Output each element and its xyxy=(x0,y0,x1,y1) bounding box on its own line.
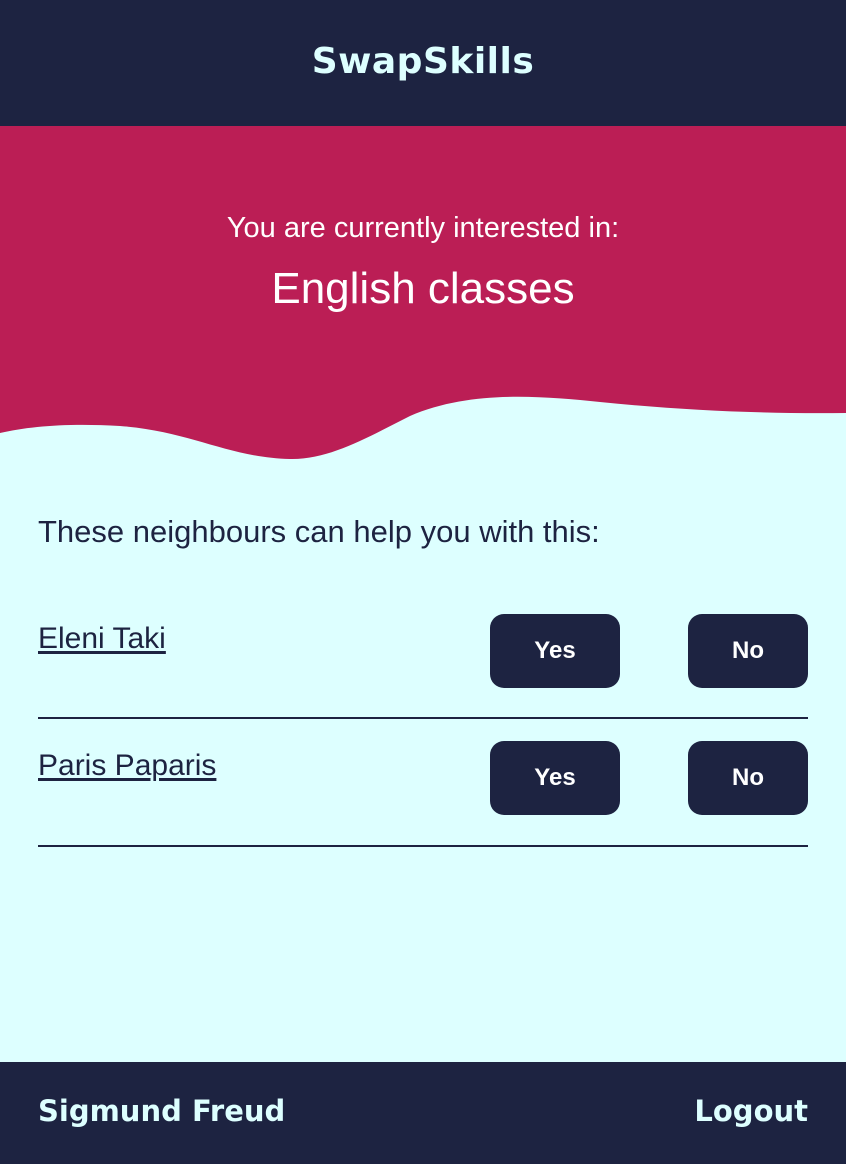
yes-button[interactable]: Yes xyxy=(490,614,620,688)
neighbours-intro: These neighbours can help you with this: xyxy=(38,514,600,549)
neighbour-name-link[interactable]: Paris Paparis xyxy=(38,749,216,783)
app-header: SwapSkills xyxy=(0,0,846,126)
logout-link[interactable]: Logout xyxy=(694,1094,808,1128)
neighbour-row: Paris Paparis Yes No xyxy=(38,719,808,847)
interest-label: You are currently interested in: xyxy=(226,212,620,244)
no-button[interactable]: No xyxy=(688,741,808,815)
neighbour-row: Eleni Taki Yes No xyxy=(38,592,808,719)
no-button[interactable]: No xyxy=(688,614,808,688)
current-user-name[interactable]: Sigmund Freud xyxy=(38,1094,285,1128)
app-footer: Sigmund Freud Logout xyxy=(0,1062,846,1164)
brand-logo[interactable]: SwapSkills xyxy=(312,41,535,82)
interest-banner: You are currently interested in: English… xyxy=(0,126,846,466)
yes-button[interactable]: Yes xyxy=(490,741,620,815)
neighbour-name-link[interactable]: Eleni Taki xyxy=(38,622,166,656)
neighbour-list: Eleni Taki Yes No Paris Paparis Yes No xyxy=(38,592,808,847)
interest-title: English classes xyxy=(271,264,575,313)
